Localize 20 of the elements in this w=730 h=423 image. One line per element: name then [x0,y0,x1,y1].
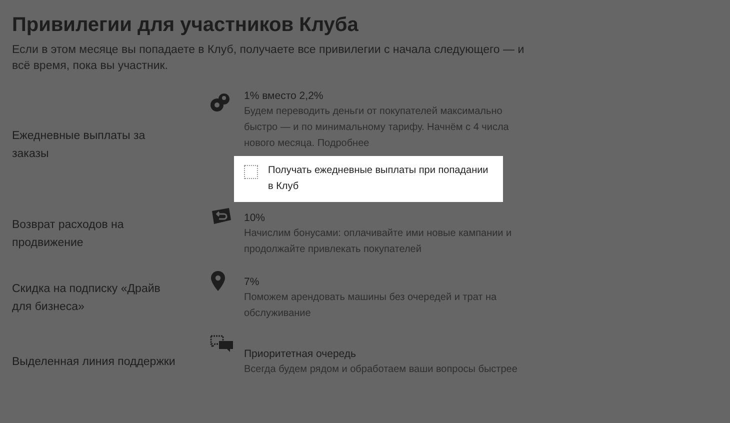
privilege-value: Приоритетная очередь [244,347,356,362]
privilege-value: 1% вместо 2,2% [244,89,324,104]
privilege-value: 10% [244,211,266,226]
coins-icon [210,92,230,114]
privilege-description: Будем переводить деньги от покупателей максимально быстро — и по минимальному тарифу. Начнём с 4 числа нового месяца. Подробнее [244,105,510,151]
checkbox[interactable] [244,165,258,179]
chat-bubbles-icon [210,334,234,354]
intro-text: Если в этом месяце вы попадаете в Клуб, получаете все привилегии с начала следующего — и всё время, пока вы участник. [12,43,526,74]
ticket-icon [210,206,232,226]
location-pin-icon [210,270,226,292]
privilege-label: Ежедневные выплаты за заказы [12,129,146,162]
privilege-value: 7% [244,275,260,290]
privilege-label: Возврат расходов на продвижение [12,218,125,251]
privilege-label: Скидка на подписку «Драйв для бизнеса» [12,282,162,315]
privilege-description: Начислим бонусами: оплачивайте ими новые кампании и продолжайте привлекать покупателей [244,227,513,257]
privilege-description: Поможем арендовать машины без очередей и трат на обслуживание [244,291,498,321]
checkbox-label[interactable]: Получать ежедневные выплаты при попадании в Клуб [268,163,493,195]
page-title: Привилегии для участников Клуба [12,13,360,38]
privilege-label: Выделенная линия поддержки [12,355,176,370]
privilege-description: Всегда будем рядом и обработаем ваши вопросы быстрее [244,363,518,377]
